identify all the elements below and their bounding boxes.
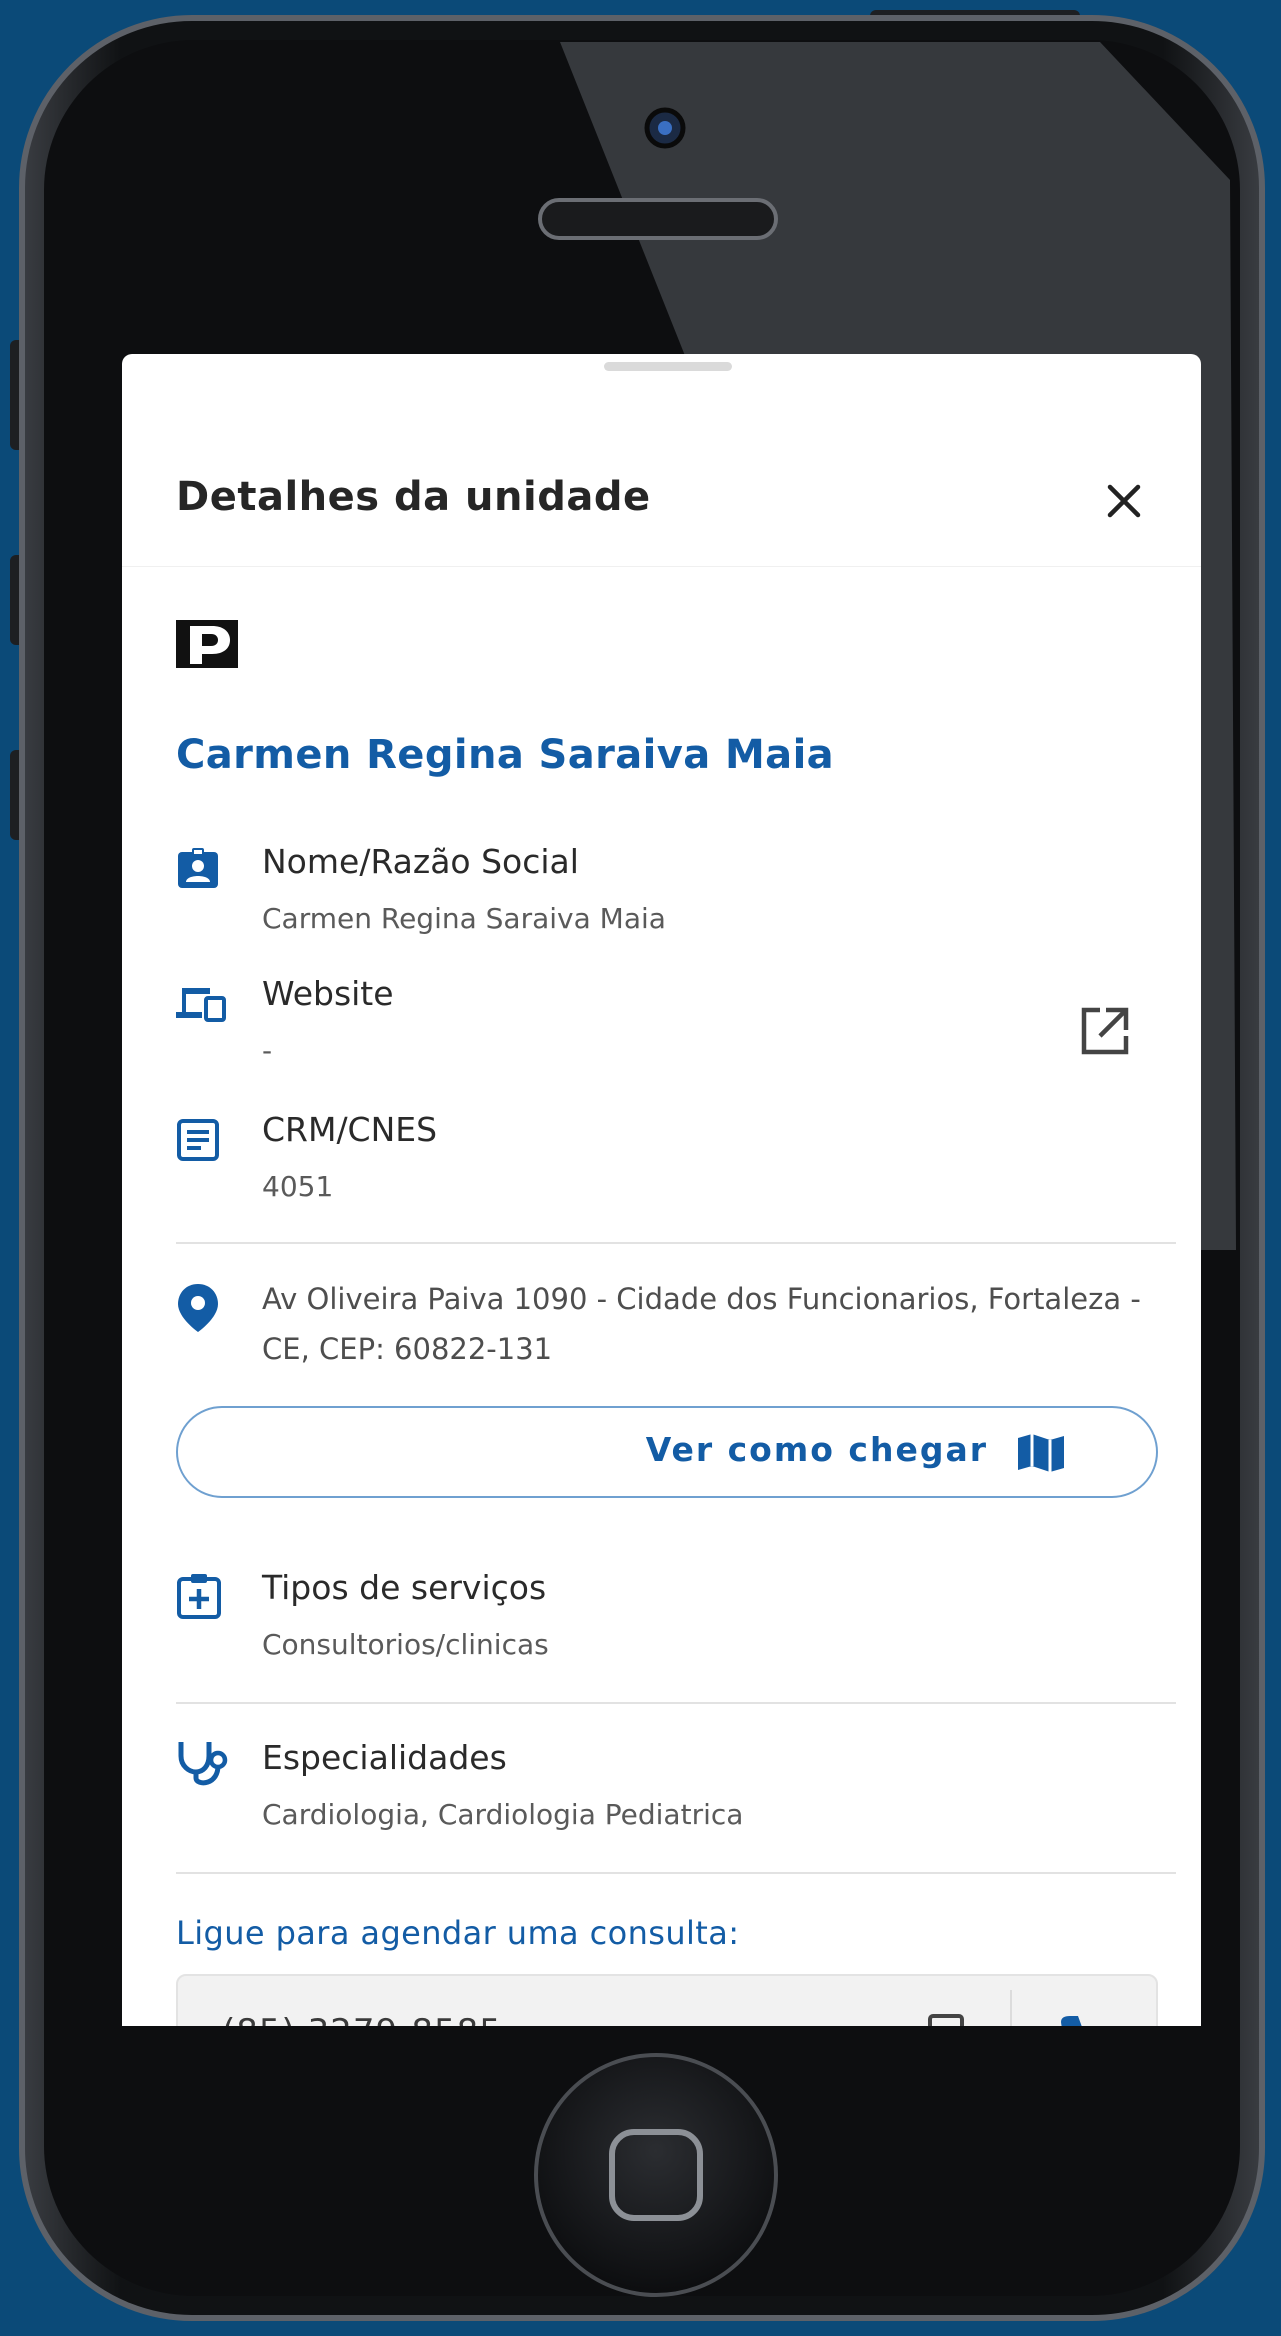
provider-logo <box>176 620 238 668</box>
unit-details-sheet: Detalhes da unidade Carmen Regina Saraiv… <box>122 354 1201 2026</box>
directions-button-label: Ver como chegar <box>645 1430 988 1469</box>
address-text: Av Oliveira Paiva 1090 - Cidade dos Func… <box>262 1282 1141 1366</box>
divider <box>176 1242 1176 1244</box>
phone-icon[interactable] <box>1058 2012 1108 2026</box>
sheet-header: Detalhes da unidade <box>122 354 1201 567</box>
razao-social-label: Nome/Razão Social <box>262 842 579 881</box>
map-icon <box>1018 1434 1064 1472</box>
services-value: Consultorios/clinicas <box>262 1628 549 1661</box>
document-icon <box>177 1119 219 1161</box>
razao-social-value: Carmen Regina Saraiva Maia <box>262 902 666 935</box>
provider-name: Carmen Regina Saraiva Maia <box>176 732 835 778</box>
crm-label: CRM/CNES <box>262 1110 438 1149</box>
crm-value: 4051 <box>262 1170 334 1203</box>
medical-clipboard-icon <box>177 1574 221 1619</box>
call-to-schedule-label: Ligue para agendar uma consulta: <box>176 1914 740 1952</box>
phone-number[interactable]: (85) 3279-8585 <box>222 2012 502 2026</box>
device-mockup: Detalhes da unidade Carmen Regina Saraiv… <box>0 0 1281 2336</box>
stethoscope-icon <box>178 1742 228 1786</box>
close-button[interactable] <box>1094 471 1154 531</box>
website-value: - <box>262 1034 273 1067</box>
devices-icon <box>176 988 226 1022</box>
open-website-button[interactable] <box>1076 1002 1134 1060</box>
close-icon <box>1107 484 1141 518</box>
specialties-value: Cardiologia, Cardiologia Pediatrica <box>262 1798 744 1831</box>
website-label: Website <box>262 974 394 1013</box>
copy-icon[interactable] <box>916 2012 966 2026</box>
id-badge-icon <box>178 848 218 888</box>
open-external-icon <box>1081 1007 1129 1055</box>
location-pin-icon <box>178 1284 218 1332</box>
phone-separator <box>1010 1990 1012 2026</box>
phone-box: (85) 3279-8585 <box>176 1974 1158 2026</box>
sheet-title: Detalhes da unidade <box>176 474 651 520</box>
services-label: Tipos de serviços <box>262 1568 547 1607</box>
divider <box>176 1702 1176 1704</box>
directions-button[interactable]: Ver como chegar <box>176 1406 1158 1498</box>
specialties-label: Especialidades <box>262 1738 507 1777</box>
divider <box>176 1872 1176 1874</box>
